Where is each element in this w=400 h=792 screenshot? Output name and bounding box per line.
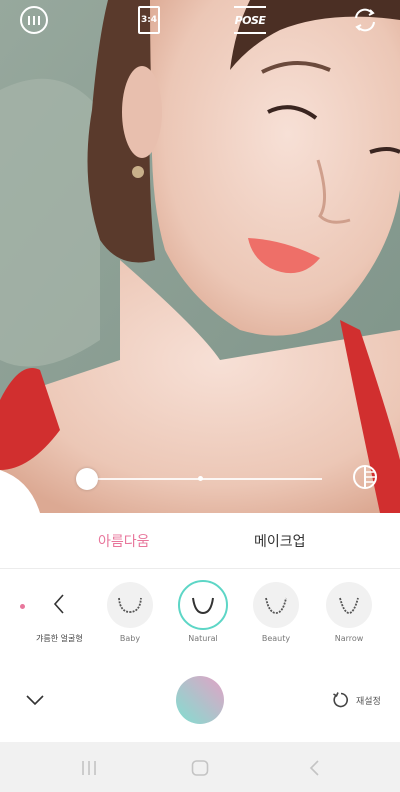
slider-track	[86, 478, 322, 480]
pose-button[interactable]: POSE	[234, 6, 266, 34]
face-shape-label: Natural	[188, 634, 218, 643]
reset-label: 재설정	[356, 696, 381, 707]
face-shape-label: Narrow	[334, 634, 364, 643]
jawline-icon	[339, 597, 359, 614]
reset-button[interactable]: 재설정	[332, 691, 381, 709]
face-shape-beauty[interactable]: Beauty	[253, 582, 301, 643]
shutter-button[interactable]	[176, 676, 224, 724]
back-nav-button[interactable]	[308, 760, 322, 780]
face-shape-thumb	[326, 582, 372, 628]
mode-tabs: 아름다움 메이크업	[0, 513, 400, 569]
intensity-slider[interactable]	[76, 468, 322, 490]
recent-apps-icon	[82, 761, 96, 775]
jawline-icon	[192, 597, 214, 615]
chevron-left-icon	[53, 594, 64, 614]
face-shape-thumb	[253, 582, 299, 628]
face-shape-options: 갸름한 얼굴형 Baby Natural Beauty Narrow	[0, 570, 400, 650]
category-label: 갸름한 얼굴형	[36, 634, 83, 643]
system-nav-bar	[0, 742, 400, 792]
face-shape-natural[interactable]: Natural	[178, 580, 228, 643]
face-shape-label: Beauty	[261, 634, 291, 643]
back-icon	[309, 760, 319, 776]
flip-camera-icon	[355, 8, 375, 32]
compare-button[interactable]	[352, 464, 378, 490]
camera-preview[interactable]: 3:4 POSE	[0, 0, 400, 513]
aspect-ratio-button[interactable]: 3:4	[138, 6, 160, 34]
slider-center-mark	[198, 476, 203, 481]
jawline-icon	[118, 597, 142, 613]
chevron-down-icon	[26, 695, 44, 706]
selfie-photo	[0, 0, 400, 513]
face-shape-label: Baby	[119, 634, 141, 643]
face-shape-baby[interactable]: Baby	[107, 582, 155, 643]
back-button[interactable]	[50, 592, 68, 616]
tab-beauty[interactable]: 아름다움	[98, 531, 150, 551]
recent-apps-button[interactable]	[80, 760, 98, 780]
face-shape-thumb	[107, 582, 153, 628]
collapse-button[interactable]	[25, 692, 45, 706]
menu-button[interactable]	[20, 6, 48, 34]
jawline-icon	[265, 597, 287, 614]
tab-makeup[interactable]: 메이크업	[254, 531, 306, 551]
indicator-dot	[20, 604, 25, 609]
compare-icon	[353, 465, 377, 489]
action-bar: 재설정	[0, 650, 400, 742]
slider-thumb[interactable]	[76, 468, 98, 490]
face-shape-narrow[interactable]: Narrow	[326, 582, 374, 643]
home-icon	[191, 760, 209, 776]
menu-icon	[28, 15, 40, 25]
flip-camera-button[interactable]	[351, 6, 379, 34]
home-button[interactable]	[191, 760, 209, 780]
reset-icon	[333, 692, 348, 708]
face-shape-thumb	[178, 580, 228, 630]
